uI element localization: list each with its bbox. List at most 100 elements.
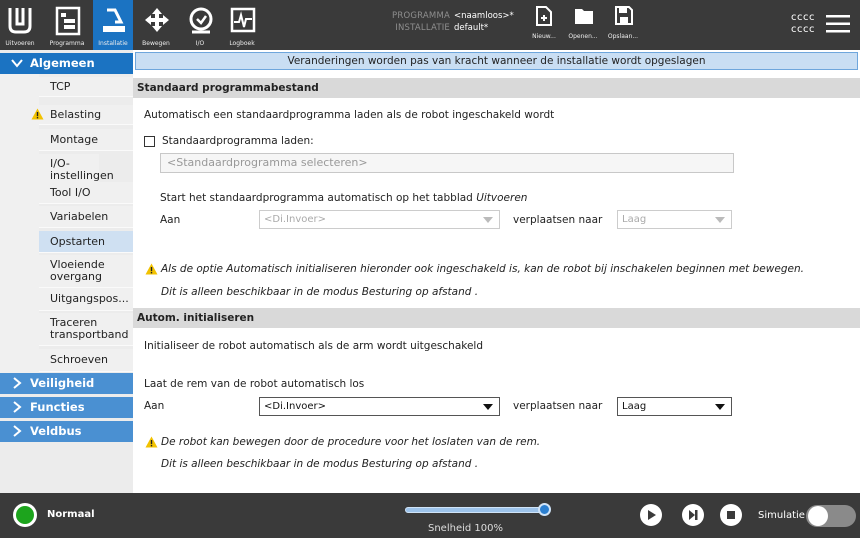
play-button[interactable] xyxy=(640,504,662,526)
open-button[interactable]: Openen... xyxy=(565,0,601,50)
program-icon xyxy=(55,6,81,36)
installatie-value: default* xyxy=(454,23,489,33)
sidebar-item-label: Opstarten xyxy=(50,234,105,248)
tab-bewegen[interactable]: Bewegen xyxy=(136,0,176,50)
sidebar-item-label: Belasting xyxy=(50,107,102,121)
tab-installatie[interactable]: Installatie xyxy=(93,0,133,50)
tab-programma[interactable]: Programma xyxy=(47,0,87,50)
sidebar-item-schroeven[interactable]: Schroeven xyxy=(39,349,133,372)
sidebar-item-variabelen[interactable]: Variabelen xyxy=(39,206,133,228)
installatie-key: INSTALLATIE xyxy=(395,23,450,33)
log-icon xyxy=(230,7,256,33)
default-program-checkbox-label: Standaardprogramma laden: xyxy=(162,135,314,147)
tab-programma-label: Programma xyxy=(49,40,85,47)
brake-release-label: Laat de rem van de robot automatisch los xyxy=(144,378,365,390)
default-program-select[interactable]: <Standaardprogramma selecteren> xyxy=(160,153,734,173)
section2-level-select-value: Laag xyxy=(622,401,647,412)
tab-io[interactable]: I/O xyxy=(180,0,220,50)
footer-bar: Normaal Snelheid 100% Simulatie xyxy=(0,493,860,538)
stop-icon xyxy=(727,511,735,519)
open-label: Openen... xyxy=(568,33,598,40)
new-label: Nieuw... xyxy=(532,33,556,40)
robot-status-label: Normaal xyxy=(47,509,95,520)
nav-group-veiligheid[interactable]: Veiligheid xyxy=(0,373,133,394)
nav-group-veiligheid-label: Veiligheid xyxy=(30,376,95,390)
section2-aan-label: Aan xyxy=(144,400,165,412)
installation-icon xyxy=(103,8,125,32)
tab-io-label: I/O xyxy=(195,40,205,47)
tab-logboek[interactable]: Logboek xyxy=(222,0,262,50)
chevron-down-icon xyxy=(11,59,23,68)
chevron-right-icon xyxy=(13,377,22,389)
top-bar: Uitvoeren Programma Installatie Bewegen … xyxy=(0,0,860,50)
hamburger-menu-icon[interactable] xyxy=(826,13,850,35)
section1-description: Automatisch een standaardprogramma laden… xyxy=(144,109,555,121)
sidebar-item-label: Montage xyxy=(50,132,98,146)
folder-icon xyxy=(575,9,593,24)
nav-group-algemeen-label: Algemeen xyxy=(30,56,95,70)
sidebar-item-tcp[interactable]: TCP xyxy=(39,77,133,97)
user-line-1: cccc xyxy=(791,12,815,23)
sidebar-item-belasting[interactable]: Belasting xyxy=(31,105,133,125)
warning-icon xyxy=(145,263,158,275)
new-file-icon xyxy=(536,6,552,26)
sidebar-item-vloeiende-overgang[interactable]: Vloeiende overgang xyxy=(39,255,133,288)
sidebar-item-label: Vloeiende overgang xyxy=(50,258,105,283)
sidebar-item-opstarten[interactable]: Opstarten xyxy=(39,231,133,253)
step-button[interactable] xyxy=(682,504,704,526)
tab-installatie-label: Installatie xyxy=(98,40,128,47)
programma-key: PROGRAMMA xyxy=(392,11,450,21)
nav-group-veldbus[interactable]: Veldbus xyxy=(0,421,133,442)
sidebar-item-montage[interactable]: Montage xyxy=(39,129,133,151)
nav-group-veldbus-label: Veldbus xyxy=(30,424,82,438)
dropdown-arrow-icon xyxy=(483,217,493,223)
section2-level-select[interactable]: Laag xyxy=(617,397,732,416)
sidebar-item-traceren-transportband[interactable]: Traceren transportband xyxy=(39,313,133,346)
warning-icon xyxy=(145,436,158,448)
section-header-standaard-programmabestand: Standaard programmabestand xyxy=(133,78,860,98)
chevron-right-icon xyxy=(13,425,22,437)
section1-warning-line1: Als de optie Automatisch initialiseren h… xyxy=(161,263,804,275)
warning-icon xyxy=(31,108,44,120)
sidebar-item-label: TCP xyxy=(50,79,71,93)
sidebar-item-label: Tool I/O xyxy=(50,185,91,199)
default-program-checkbox[interactable] xyxy=(144,136,155,147)
simulation-toggle[interactable] xyxy=(806,505,856,527)
section2-description: Initialiseer de robot automatisch als de… xyxy=(144,340,484,352)
io-icon xyxy=(189,7,213,34)
section1-level-select[interactable]: Laag xyxy=(617,210,732,229)
section1-move-to-label: verplaatsen naar xyxy=(513,214,603,226)
simulation-toggle-knob xyxy=(808,506,828,526)
sidebar-item-uitgangspositie[interactable]: Uitgangspos... xyxy=(39,288,133,311)
new-button[interactable]: Nieuw... xyxy=(526,0,562,50)
nav-group-functies[interactable]: Functies xyxy=(0,397,133,418)
programma-value: <naamloos>* xyxy=(454,11,514,21)
save-button[interactable]: Opslaan... xyxy=(605,0,641,50)
sidebar-item-tool-io[interactable]: Tool I/O xyxy=(39,182,133,204)
speed-slider-handle[interactable] xyxy=(538,503,551,516)
sidebar: Algemeen TCP Belasting Montage I/O-inste… xyxy=(0,50,133,493)
tab-uitvoeren[interactable]: Uitvoeren xyxy=(0,0,40,50)
section2-input-select[interactable]: <Di.Invoer> xyxy=(259,397,500,416)
speed-label: Snelheid 100% xyxy=(428,523,503,534)
speed-slider[interactable] xyxy=(405,507,545,513)
info-banner: Veranderingen worden pas van kracht wann… xyxy=(135,52,858,70)
save-label: Opslaan... xyxy=(607,33,639,40)
section1-level-select-value: Laag xyxy=(622,214,647,225)
move-icon xyxy=(145,8,169,32)
autostart-tab-name: Uitvoeren xyxy=(476,192,528,204)
section1-input-select[interactable]: <Di.Invoer> xyxy=(259,210,500,229)
sidebar-item-label: Uitgangspos... xyxy=(50,292,129,305)
section1-aan-label: Aan xyxy=(160,214,181,226)
robot-status-indicator[interactable] xyxy=(13,503,37,527)
user-line-2: cccc xyxy=(791,24,815,35)
sidebar-item-label: Schroeven xyxy=(50,353,109,366)
section2-input-select-value: <Di.Invoer> xyxy=(264,401,327,412)
section2-move-to-label: verplaatsen naar xyxy=(513,400,603,412)
step-icon xyxy=(689,510,698,520)
ur-logo-icon xyxy=(8,8,32,34)
stop-button[interactable] xyxy=(720,504,742,526)
autostart-text: Start het standaardprogramma automatisch… xyxy=(160,192,527,204)
autostart-text-main: Start het standaardprogramma automatisch… xyxy=(160,192,477,204)
nav-group-algemeen[interactable]: Algemeen xyxy=(0,53,133,74)
